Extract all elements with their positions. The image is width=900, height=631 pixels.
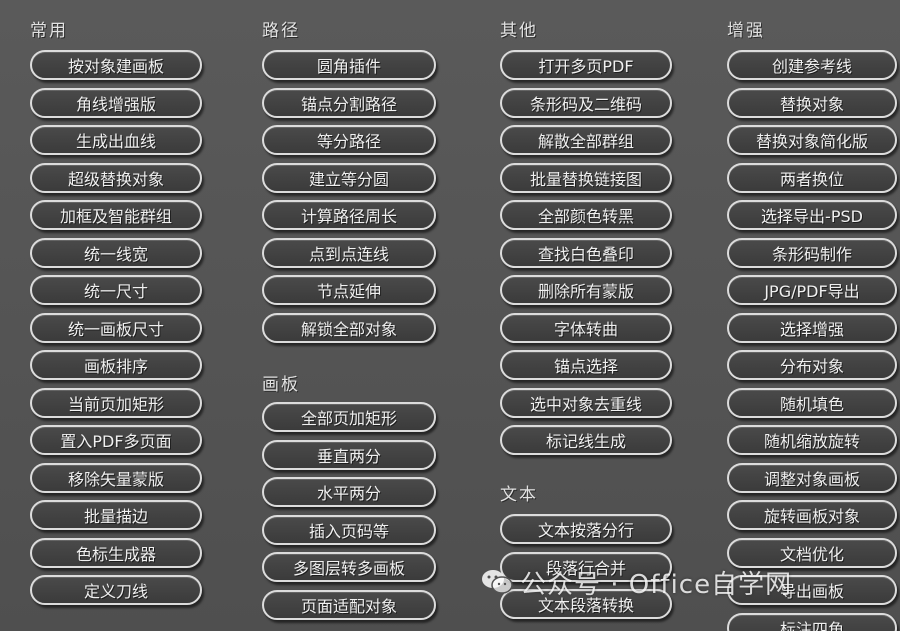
button-path-1[interactable]: 锚点分割路径 — [262, 87, 436, 118]
button-path-3[interactable]: 建立等分圆 — [262, 162, 436, 193]
button-common-5[interactable]: 统一线宽 — [30, 237, 202, 268]
button-artboard-3[interactable]: 插入页码等 — [262, 514, 436, 545]
button-path-0[interactable]: 圆角插件 — [262, 50, 436, 80]
button-common-3[interactable]: 超级替换对象 — [30, 162, 202, 193]
button-enhance-15[interactable]: 标注四角 — [727, 612, 897, 631]
button-text-0[interactable]: 文本按落分行 — [500, 514, 672, 544]
button-path-2[interactable]: 等分路径 — [262, 125, 436, 155]
button-enhance-1[interactable]: 替换对象 — [727, 87, 897, 118]
button-enhance-7[interactable]: 选择增强 — [727, 312, 897, 343]
section-title-enhance: 增强 — [727, 21, 765, 41]
button-path-7[interactable]: 解锁全部对象 — [262, 312, 436, 343]
toolbox-panel: 常用 按对象建画板 角线增强版生成出血线超级替换对象 加框及智能群组 统一线宽统一尺寸… — [0, 0, 900, 631]
button-enhance-10[interactable]: 随机缩放旋转 — [727, 425, 897, 455]
button-common-2[interactable]: 生成出血线 — [30, 125, 202, 155]
button-enhance-0[interactable]: 创建参考线 — [727, 50, 897, 80]
button-text-2[interactable]: 文本段落转换 — [500, 589, 672, 619]
button-common-9[interactable]: 当前页加矩形 — [30, 387, 202, 418]
button-other-5[interactable]: 查找白色叠印 — [500, 237, 672, 268]
button-enhance-2[interactable]: 替换对象简化版 — [727, 125, 897, 155]
button-text-1[interactable]: 段落行合并 — [500, 551, 672, 582]
button-common-10[interactable]: 置入PDF多页面 — [30, 425, 202, 455]
button-common-11[interactable]: 移除矢量蒙版 — [30, 462, 202, 493]
button-other-9[interactable]: 选中对象去重线 — [500, 387, 672, 418]
button-common-13[interactable]: 色标生成器 — [30, 537, 202, 568]
section-title-artboard: 画板 — [262, 375, 300, 395]
button-common-14[interactable]: 定义刀线 — [30, 575, 202, 605]
button-path-6[interactable]: 节点延伸 — [262, 275, 436, 305]
button-enhance-12[interactable]: 旋转画板对象 — [727, 500, 897, 530]
button-common-6[interactable]: 统一尺寸 — [30, 275, 202, 305]
button-common-12[interactable]: 批量描边 — [30, 500, 202, 530]
button-artboard-1[interactable]: 垂直两分 — [262, 439, 436, 470]
button-common-4[interactable]: 加框及智能群组 — [30, 200, 202, 230]
button-artboard-2[interactable]: 水平两分 — [262, 477, 436, 507]
button-enhance-4[interactable]: 选择导出-PSD — [727, 200, 897, 230]
button-common-8[interactable]: 画板排序 — [30, 350, 202, 380]
button-enhance-13[interactable]: 文档优化 — [727, 537, 897, 568]
button-artboard-4[interactable]: 多图层转多画板 — [262, 552, 436, 582]
button-artboard-0[interactable]: 全部页加矩形 — [262, 402, 436, 432]
button-other-4[interactable]: 全部颜色转黑 — [500, 200, 672, 230]
button-other-1[interactable]: 条形码及二维码 — [500, 87, 672, 118]
button-common-1[interactable]: 角线增强版 — [30, 87, 202, 118]
button-enhance-11[interactable]: 调整对象画板 — [727, 462, 897, 493]
button-enhance-6[interactable]: JPG/PDF导出 — [727, 275, 897, 305]
button-path-5[interactable]: 点到点连线 — [262, 237, 436, 268]
button-path-4[interactable]: 计算路径周长 — [262, 200, 436, 230]
section-title-text: 文本 — [500, 485, 538, 505]
button-other-10[interactable]: 标记线生成 — [500, 425, 672, 455]
button-common-7[interactable]: 统一画板尺寸 — [30, 312, 202, 343]
button-enhance-9[interactable]: 随机填色 — [727, 387, 897, 418]
button-other-3[interactable]: 批量替换链接图 — [500, 162, 672, 193]
section-title-path: 路径 — [262, 21, 300, 41]
section-title-common: 常用 — [30, 21, 68, 41]
button-other-6[interactable]: 删除所有蒙版 — [500, 275, 672, 305]
button-common-0[interactable]: 按对象建画板 — [30, 50, 202, 80]
button-enhance-8[interactable]: 分布对象 — [727, 350, 897, 380]
button-other-0[interactable]: 打开多页PDF — [500, 50, 672, 80]
button-enhance-14[interactable]: 导出画板 — [727, 575, 897, 605]
button-other-8[interactable]: 锚点选择 — [500, 350, 672, 380]
button-artboard-5[interactable]: 页面适配对象 — [262, 589, 436, 620]
button-other-2[interactable]: 解散全部群组 — [500, 125, 672, 155]
button-other-7[interactable]: 字体转曲 — [500, 312, 672, 343]
section-title-other: 其他 — [500, 21, 538, 41]
button-enhance-3[interactable]: 两者换位 — [727, 162, 897, 193]
button-enhance-5[interactable]: 条形码制作 — [727, 237, 897, 268]
